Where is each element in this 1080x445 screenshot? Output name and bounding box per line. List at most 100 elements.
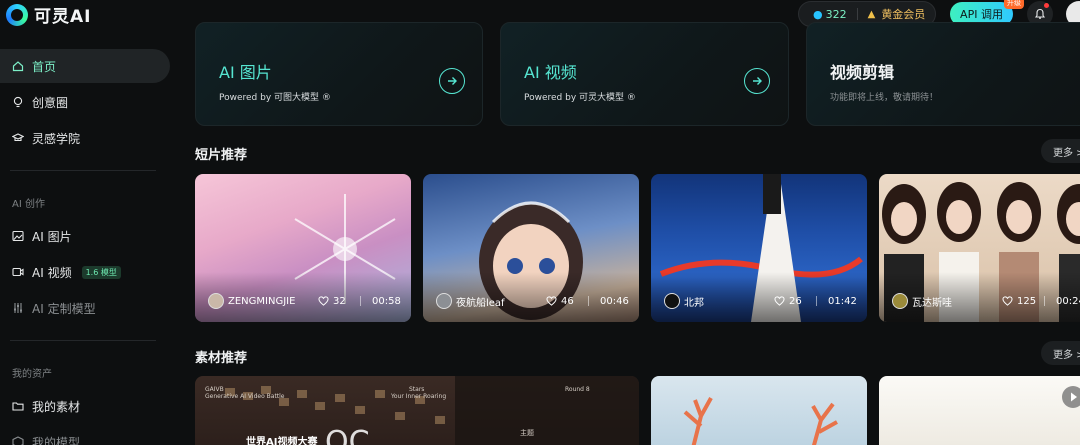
sidebar-item-label: 创意圈 bbox=[32, 95, 69, 110]
video-meta: 瓦达斯哇 125 00:24 bbox=[879, 292, 1080, 310]
video-meta: 夜航船leaf 46 00:46 bbox=[423, 292, 639, 310]
video-card[interactable]: 瓦达斯哇 125 00:24 bbox=[879, 174, 1080, 322]
material-tag: Generative AI Video Battle bbox=[205, 393, 285, 400]
material-card[interactable] bbox=[651, 376, 867, 445]
logo-mark-icon bbox=[6, 3, 28, 26]
points-drop-icon: ● bbox=[813, 7, 823, 21]
sidebar-item-label: 灵感学院 bbox=[32, 131, 81, 146]
sidebar-item-label: 首页 bbox=[32, 59, 57, 74]
sidebar-item-my-materials[interactable]: 我的素材 bbox=[0, 389, 170, 423]
like-value: 32 bbox=[333, 295, 346, 307]
feature-card-ai-image[interactable]: AI 图片 Powered by 可图大模型 ® bbox=[195, 22, 483, 126]
folder-icon bbox=[12, 402, 24, 411]
sidebar-item-label: AI 定制模型 bbox=[32, 301, 96, 316]
material-tag: 主题 bbox=[520, 429, 534, 437]
like-value: 125 bbox=[1017, 295, 1037, 307]
author-avatar[interactable] bbox=[208, 293, 224, 309]
meta-divider bbox=[816, 296, 817, 306]
sidebar-item-academy[interactable]: 灵感学院 bbox=[0, 121, 170, 155]
like-value: 46 bbox=[561, 295, 574, 307]
sidebar-item-ai-image[interactable]: AI 图片 bbox=[0, 219, 170, 253]
sidebar-item-custom-model[interactable]: AI 定制模型 bbox=[0, 291, 170, 325]
points-value: 322 bbox=[825, 7, 847, 21]
image-icon bbox=[12, 230, 24, 242]
feature-title: 视频剪辑 bbox=[830, 63, 895, 82]
heart-icon bbox=[1002, 296, 1013, 306]
author-name[interactable]: 夜航船leaf bbox=[456, 294, 505, 309]
material-tag: GAIVB bbox=[205, 386, 224, 393]
section-title-shorts: 短片推荐 bbox=[195, 148, 248, 163]
feature-title: AI 视频 bbox=[524, 63, 577, 82]
graduation-cap-icon bbox=[12, 133, 24, 142]
sidebar-divider bbox=[10, 340, 156, 341]
feature-title: AI 图片 bbox=[219, 63, 272, 82]
video-card[interactable]: 夜航船leaf 46 00:46 bbox=[423, 174, 639, 322]
sidebar-section-create: AI 创作 bbox=[12, 199, 45, 210]
more-button-shorts[interactable]: 更多 > bbox=[1041, 139, 1080, 163]
sidebar-item-label: 我的模型 bbox=[32, 435, 81, 445]
author-avatar[interactable] bbox=[436, 293, 452, 309]
video-card[interactable]: 北邦 26 01:42 bbox=[651, 174, 867, 322]
heart-icon bbox=[546, 296, 557, 306]
arrow-right-icon[interactable] bbox=[439, 68, 465, 94]
home-icon bbox=[12, 61, 24, 72]
model-version-tag: 1.6 模型 bbox=[81, 265, 121, 279]
more-button-materials[interactable]: 更多 > bbox=[1041, 341, 1080, 365]
author-avatar[interactable] bbox=[892, 293, 908, 309]
author-name[interactable]: 瓦达斯哇 bbox=[912, 294, 952, 309]
bulb-icon bbox=[13, 96, 23, 108]
vip-label: 黄金会员 bbox=[881, 8, 926, 21]
bell-icon bbox=[1034, 8, 1046, 19]
sidebar: 首页 创意圈 灵感学院 AI 创作 AI 图片 AI 视频 1.6 模型 AI … bbox=[0, 32, 178, 445]
author-name[interactable]: 北邦 bbox=[684, 294, 704, 309]
video-meta: 北邦 26 01:42 bbox=[651, 292, 867, 310]
material-tag: Stars bbox=[409, 386, 425, 393]
play-icon[interactable] bbox=[1062, 386, 1080, 408]
video-card[interactable]: ZENGMINGJIE 32 00:58 bbox=[195, 174, 411, 322]
video-meta: ZENGMINGJIE 32 00:58 bbox=[195, 292, 411, 310]
material-tag: Your Inner Roaring bbox=[391, 393, 447, 400]
material-card[interactable]: OC GAIVB Generative AI Video Battle Star… bbox=[195, 376, 639, 445]
like-count[interactable]: 125 bbox=[1002, 296, 1036, 307]
material-headline: 世界AI视频大赛 bbox=[246, 437, 318, 445]
meta-divider bbox=[360, 296, 361, 306]
feature-card-video-editing[interactable]: 视频剪辑 功能即将上线，敬请期待！ bbox=[806, 22, 1080, 126]
heart-icon bbox=[774, 296, 785, 306]
like-count[interactable]: 26 bbox=[774, 296, 802, 307]
feature-subtitle: Powered by 可图大模型 ® bbox=[219, 93, 331, 103]
video-duration: 00:24 bbox=[1056, 295, 1080, 307]
app-title: 可灵AI bbox=[34, 7, 92, 27]
feature-card-ai-video[interactable]: AI 视频 Powered by 可灵大模型 ® bbox=[500, 22, 789, 126]
material-card[interactable] bbox=[879, 376, 1080, 445]
author-name[interactable]: ZENGMINGJIE bbox=[228, 296, 295, 307]
like-count[interactable]: 32 bbox=[318, 296, 346, 307]
sidebar-item-label: AI 图片 bbox=[32, 229, 72, 244]
sidebar-item-ai-video[interactable]: AI 视频 1.6 模型 bbox=[0, 255, 170, 289]
coral-thumbnail bbox=[683, 397, 838, 445]
sidebar-item-home[interactable]: 首页 bbox=[0, 49, 170, 83]
like-count[interactable]: 46 bbox=[546, 296, 574, 307]
feature-subtitle: 功能即将上线，敬请期待！ bbox=[830, 93, 939, 103]
video-duration: 01:42 bbox=[828, 295, 857, 307]
author-avatar[interactable] bbox=[664, 293, 680, 309]
api-badge: 升级 bbox=[1004, 0, 1024, 9]
sidebar-item-my-models[interactable]: 我的模型 bbox=[0, 425, 170, 445]
cube-icon bbox=[12, 436, 24, 445]
vip-triangle-icon: ▲ bbox=[867, 8, 876, 20]
sidebar-section-assets: 我的资产 bbox=[12, 369, 52, 380]
material-tag: Round 8 bbox=[565, 386, 590, 393]
sidebar-divider bbox=[10, 170, 156, 171]
sidebar-item-community[interactable]: 创意圈 bbox=[0, 85, 170, 119]
video-duration: 00:58 bbox=[372, 295, 401, 307]
points-divider bbox=[856, 8, 858, 20]
video-duration: 00:46 bbox=[600, 295, 629, 307]
app-logo[interactable]: 可灵AI bbox=[6, 2, 91, 27]
sidebar-item-label: 我的素材 bbox=[32, 399, 81, 414]
heart-icon bbox=[318, 296, 329, 306]
feature-subtitle: Powered by 可灵大模型 ® bbox=[524, 93, 636, 103]
arrow-right-icon[interactable] bbox=[744, 68, 770, 94]
video-icon bbox=[12, 267, 24, 277]
meta-divider bbox=[588, 296, 589, 306]
sidebar-item-label: AI 视频 bbox=[32, 265, 72, 280]
notification-dot bbox=[1044, 3, 1049, 8]
